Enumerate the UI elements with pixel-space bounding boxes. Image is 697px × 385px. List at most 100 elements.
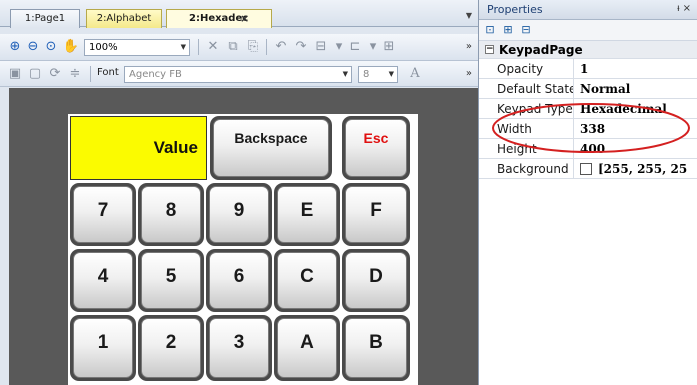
value-display[interactable]: Value	[70, 116, 207, 180]
key-3[interactable]: 3	[206, 315, 272, 381]
key-f[interactable]: F	[342, 183, 410, 246]
tab-hexadec[interactable]: 2:Hexadec ×	[166, 9, 272, 28]
property-value[interactable]: 400	[580, 139, 605, 159]
key-label: 4	[73, 252, 133, 309]
cut-icon[interactable]: ✕	[204, 38, 222, 56]
category-label: KeypadPage	[499, 43, 583, 57]
font-family-value: Agency FB	[129, 69, 182, 80]
properties-panel: Properties ᵼ × ⊡ ⊞ ⊟ − KeypadPage Opacit…	[478, 0, 697, 385]
property-value[interactable]: Hexadecimal	[580, 99, 667, 119]
key-label: F	[345, 186, 407, 243]
key-c[interactable]: C	[274, 249, 340, 312]
zoom-in-icon[interactable]: ⊕	[6, 38, 24, 56]
zoom-out-icon[interactable]: ⊖	[24, 38, 42, 56]
key-e[interactable]: E	[274, 183, 340, 246]
property-row-background[interactable]: Background [255, 255, 25	[479, 159, 697, 179]
key-label: 5	[141, 252, 201, 309]
key-8[interactable]: 8	[138, 183, 204, 246]
copy-icon[interactable]: ⧉	[224, 38, 242, 56]
color-swatch[interactable]	[580, 163, 592, 175]
pin-close-icon[interactable]: ᵼ ×	[677, 3, 691, 14]
zoom-value: 100%	[89, 42, 118, 53]
key-label: Backspace	[213, 119, 329, 177]
key-label: E	[277, 186, 337, 243]
toolbar-separator	[266, 39, 267, 55]
pan-hand-icon[interactable]: ✋	[62, 38, 80, 56]
key-b[interactable]: B	[342, 315, 410, 381]
property-value[interactable]: 338	[580, 119, 605, 139]
key-label: 1	[73, 318, 133, 378]
font-size-value: 8	[363, 69, 370, 80]
tab-list-dropdown-icon[interactable]: ▼	[466, 11, 472, 20]
property-row-width[interactable]: Width 338	[479, 119, 697, 139]
collapse-icon[interactable]: −	[485, 45, 494, 54]
backspace-key[interactable]: Backspace	[210, 116, 332, 180]
key-7[interactable]: 7	[70, 183, 136, 246]
tab-label: 1:Page1	[24, 13, 66, 24]
chevron-down-icon: ▼	[342, 70, 348, 78]
toolbar-separator	[198, 39, 199, 55]
chevron-down-icon: ▼	[180, 43, 186, 51]
zoom-fit-icon[interactable]: ⊙	[42, 38, 60, 56]
key-1[interactable]: 1	[70, 315, 136, 381]
redo-icon[interactable]: ↷	[292, 38, 310, 56]
chevron-down-icon: ▼	[388, 70, 394, 78]
key-2[interactable]: 2	[138, 315, 204, 381]
key-label: Esc	[345, 119, 407, 177]
properties-header: Properties ᵼ ×	[479, 0, 697, 20]
background-color-value: [255, 255, 25	[598, 162, 688, 176]
property-value[interactable]: [255, 255, 25	[580, 159, 687, 179]
key-label: 7	[73, 186, 133, 243]
properties-toolbar: ⊡ ⊞ ⊟	[479, 20, 697, 41]
key-label: 9	[209, 186, 269, 243]
keypad-page[interactable]: Value Backspace Esc 7 8 9 E F 4 5 6 C D …	[68, 114, 418, 385]
key-6[interactable]: 6	[206, 249, 272, 312]
toolbar-overflow-icon[interactable]: »	[466, 41, 472, 52]
esc-key[interactable]: Esc	[342, 116, 410, 180]
group-icon[interactable]: ▢	[26, 65, 44, 83]
equal-spacing-icon[interactable]: ≑	[66, 65, 84, 83]
distribute-icon[interactable]: ⊏	[346, 38, 364, 56]
property-name: Width	[497, 119, 574, 139]
key-a[interactable]: A	[274, 315, 340, 381]
close-icon[interactable]: ×	[240, 10, 249, 27]
property-value[interactable]: Normal	[580, 79, 630, 99]
grid-icon[interactable]: ⊞	[380, 38, 398, 56]
zoom-select[interactable]: 100% ▼	[84, 39, 190, 56]
property-row-keypad-type[interactable]: Keypad Type Hexadecimal	[479, 99, 697, 119]
property-name: Height	[497, 139, 574, 159]
property-row-height[interactable]: Height 400	[479, 139, 697, 159]
key-label: D	[345, 252, 407, 309]
editor-pane: 1:Page1 2:Alphabet 2:Hexadec × ▼ ⊕ ⊖ ⊙ ✋…	[0, 0, 478, 385]
key-label: 6	[209, 252, 269, 309]
tab-alphabet[interactable]: 2:Alphabet	[86, 9, 162, 28]
categorized-view-icon[interactable]: ⊡	[483, 23, 497, 37]
zoom-toolbar: ⊕ ⊖ ⊙ ✋ 100% ▼ ✕ ⧉ ⎘ ↶ ↷ ⊟ ▾ ⊏ ▾ ⊞ »	[0, 34, 478, 61]
property-grid: − KeypadPage Opacity 1 Default State Nor…	[479, 41, 697, 179]
layout-icon[interactable]: ▣	[6, 65, 24, 83]
paste-icon[interactable]: ⎘	[244, 38, 262, 56]
key-9[interactable]: 9	[206, 183, 272, 246]
align-icon[interactable]: ⊟	[312, 38, 330, 56]
font-size-select[interactable]: 8 ▼	[358, 66, 398, 83]
key-label: 8	[141, 186, 201, 243]
format-toolbar: ▣ ▢ ⟳ ≑ Font Agency FB ▼ 8 ▼ A »	[0, 61, 478, 87]
property-name: Keypad Type	[497, 99, 574, 119]
key-5[interactable]: 5	[138, 249, 204, 312]
key-4[interactable]: 4	[70, 249, 136, 312]
property-pages-icon[interactable]: ⊟	[519, 23, 533, 37]
font-family-select[interactable]: Agency FB ▼	[124, 66, 352, 83]
rotate-icon[interactable]: ⟳	[46, 65, 64, 83]
tab-page1[interactable]: 1:Page1	[10, 9, 80, 28]
key-d[interactable]: D	[342, 249, 410, 312]
property-row-opacity[interactable]: Opacity 1	[479, 59, 697, 79]
property-row-default-state[interactable]: Default State Normal	[479, 79, 697, 99]
toolbar-overflow-icon[interactable]: »	[466, 68, 472, 79]
category-row[interactable]: − KeypadPage	[479, 41, 697, 59]
property-value[interactable]: 1	[580, 59, 588, 79]
property-name: Default State	[497, 79, 574, 99]
font-color-icon[interactable]: A	[406, 65, 424, 83]
key-label: B	[345, 318, 407, 378]
alphabetical-view-icon[interactable]: ⊞	[501, 23, 515, 37]
undo-icon[interactable]: ↶	[272, 38, 290, 56]
